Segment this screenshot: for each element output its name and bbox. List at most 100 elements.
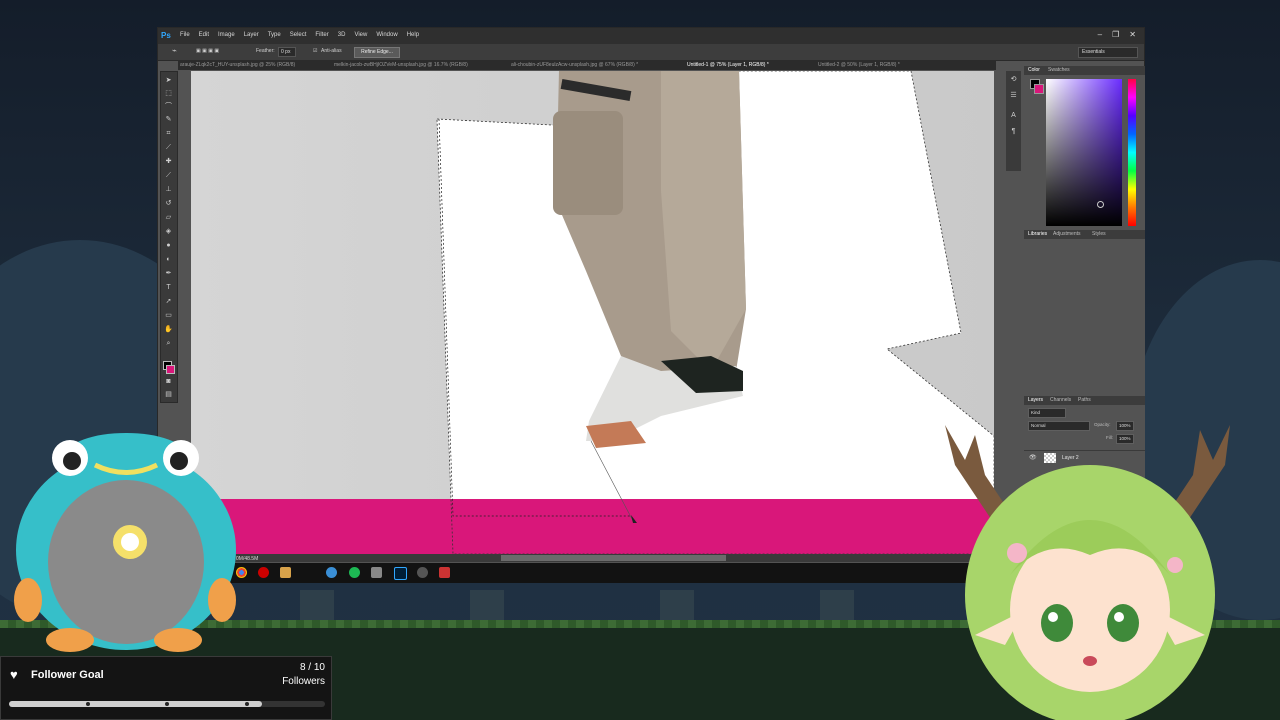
obs-icon[interactable] xyxy=(326,567,337,578)
ps-logo: Ps xyxy=(161,31,171,40)
goal-title: Follower Goal xyxy=(31,669,104,681)
menu-bar: File Edit Image Layer Type Select Filter… xyxy=(180,32,419,38)
refine-edge-button[interactable]: Refine Edge... xyxy=(354,47,400,58)
menu-window[interactable]: Window xyxy=(376,32,397,38)
color-panel-tabs: Color Swatches xyxy=(1024,66,1145,75)
explorer-icon[interactable] xyxy=(280,567,291,578)
quick-select-icon[interactable]: ✎ xyxy=(164,115,173,124)
hue-slider[interactable] xyxy=(1128,79,1136,226)
eyedropper-icon[interactable]: ⟋ xyxy=(164,143,173,152)
record-icon[interactable] xyxy=(258,567,269,578)
canvas-artwork xyxy=(191,71,994,554)
workspace-select[interactable]: Essentials xyxy=(1078,47,1138,58)
clone-stamp-icon[interactable]: ⊥ xyxy=(164,185,173,194)
healing-brush-icon[interactable]: ✚ xyxy=(164,157,173,166)
tab-libraries[interactable]: Libraries xyxy=(1028,231,1047,237)
menu-filter[interactable]: Filter xyxy=(315,32,328,38)
tab-document-5[interactable]: Untitled-2 @ 50% (Layer 1, RGB/8) * xyxy=(818,62,900,68)
blur-tool-icon[interactable]: ● xyxy=(164,241,173,250)
libraries-panel-tabs: Libraries Adjustments Styles xyxy=(1024,230,1145,239)
feather-input[interactable]: 0 px xyxy=(278,47,296,57)
goal-milestone xyxy=(165,702,169,706)
tab-color[interactable]: Color xyxy=(1028,67,1040,73)
tools-panel: ➤ ⬚ ⌒ ✎ ⌗ ⟋ ✚ ⟋ ⊥ ↺ ▱ ◈ ● ◐ ✒ T ➚ ▭ ✋ ⌕ … xyxy=(160,71,178,403)
anti-alias-label: Anti-alias xyxy=(321,48,342,54)
follower-goal-widget: ♥ Follower Goal 8 / 10 Followers xyxy=(0,656,332,720)
panel-icons-column: ⟲ ☰ A ¶ xyxy=(1006,71,1021,171)
cargo-pocket xyxy=(553,111,623,215)
character-panel-icon[interactable]: A xyxy=(1009,111,1018,120)
tab-document-2[interactable]: melkin-jacob-zwBHjIOZVeM-unsplash.jpg @ … xyxy=(334,62,468,68)
menu-select[interactable]: Select xyxy=(290,32,307,38)
layers-panel-tabs: Layers Channels Paths xyxy=(1024,396,1145,405)
shape-tool-icon[interactable]: ▭ xyxy=(164,311,173,320)
background-color-swatch[interactable] xyxy=(166,365,175,374)
horizontal-scrollbar[interactable] xyxy=(191,554,994,562)
goal-progress-bar xyxy=(9,701,325,707)
marquee-tool-icon[interactable]: ⬚ xyxy=(164,89,173,98)
history-brush-icon[interactable]: ↺ xyxy=(164,199,173,208)
tab-document-3[interactable]: ali-choubin-zUF8eulzAcw-unsplash.jpg @ 6… xyxy=(511,62,638,68)
menu-layer[interactable]: Layer xyxy=(244,32,259,38)
tab-document-active[interactable]: Untitled-1 @ 75% (Layer 1, RGB/8) * xyxy=(687,62,769,68)
document-tabs: arauje-ZLqk2cT_HUY-unsplash.jpg @ 25% (R… xyxy=(178,60,996,70)
paint-bucket-icon[interactable]: ◈ xyxy=(164,227,173,236)
lasso-tool-icon[interactable]: ⌒ xyxy=(164,102,173,111)
eraser-tool-icon[interactable]: ▱ xyxy=(164,213,173,222)
properties-panel-icon[interactable]: ☰ xyxy=(1009,91,1018,100)
anti-alias-checkbox[interactable]: ☑ xyxy=(313,48,317,54)
color-picker-field[interactable] xyxy=(1046,79,1122,226)
vtuber-avatar-art xyxy=(945,425,1230,720)
path-select-icon[interactable]: ➚ xyxy=(164,297,173,306)
taskbar xyxy=(230,563,980,583)
app-icon[interactable] xyxy=(371,567,382,578)
tab-layers[interactable]: Layers xyxy=(1028,397,1043,403)
quick-mask-icon[interactable]: ◙ xyxy=(164,377,173,386)
menu-help[interactable]: Help xyxy=(407,32,419,38)
heart-icon: ♥ xyxy=(10,667,18,682)
menu-3d[interactable]: 3D xyxy=(338,32,346,38)
close-button[interactable]: ✕ xyxy=(1129,30,1136,39)
history-panel-icon[interactable]: ⟲ xyxy=(1009,75,1018,84)
document-canvas[interactable] xyxy=(191,71,994,554)
window-controls: – ❐ ✕ xyxy=(1098,30,1136,39)
minimize-button[interactable]: – xyxy=(1098,30,1102,39)
goal-milestone xyxy=(245,702,249,706)
tab-styles[interactable]: Styles xyxy=(1092,231,1106,237)
tab-adjustments[interactable]: Adjustments xyxy=(1053,231,1081,237)
tab-channels[interactable]: Channels xyxy=(1050,397,1071,403)
move-tool-icon[interactable]: ➤ xyxy=(164,76,173,85)
pen-tool-icon[interactable]: ✒ xyxy=(164,269,173,278)
pink-fill-layer xyxy=(191,499,994,554)
screen-mode-icon[interactable]: ▤ xyxy=(164,390,173,399)
type-tool-icon[interactable]: T xyxy=(164,283,173,292)
app-icon[interactable] xyxy=(439,567,450,578)
plush-mascot xyxy=(0,430,252,655)
menu-image[interactable]: Image xyxy=(218,32,235,38)
menu-view[interactable]: View xyxy=(354,32,367,38)
brush-tool-icon[interactable]: ⟋ xyxy=(164,171,173,180)
spotify-icon[interactable] xyxy=(349,567,360,578)
selection-mode-icons[interactable]: ▣ ▣ ▣ ▣ xyxy=(196,48,219,54)
crop-tool-icon[interactable]: ⌗ xyxy=(164,129,173,138)
maximize-button[interactable]: ❐ xyxy=(1112,30,1119,39)
scrollbar-thumb[interactable] xyxy=(501,555,726,561)
hand-tool-icon[interactable]: ✋ xyxy=(164,325,173,334)
menu-type[interactable]: Type xyxy=(268,32,281,38)
color-panel-background[interactable] xyxy=(1034,84,1044,94)
tab-document-1[interactable]: arauje-ZLqk2cT_HUY-unsplash.jpg @ 25% (R… xyxy=(180,62,295,68)
vtuber-avatar xyxy=(935,405,1245,720)
app-icon[interactable] xyxy=(417,567,428,578)
tab-paths[interactable]: Paths xyxy=(1078,397,1091,403)
photoshop-taskbar-icon[interactable] xyxy=(394,567,407,580)
paragraph-panel-icon[interactable]: ¶ xyxy=(1009,127,1018,136)
tab-swatches[interactable]: Swatches xyxy=(1048,67,1070,73)
lasso-tool-icon[interactable]: ⌁ xyxy=(172,46,177,55)
menu-edit[interactable]: Edit xyxy=(199,32,209,38)
zoom-tool-icon[interactable]: ⌕ xyxy=(164,339,173,348)
color-picker-marker[interactable] xyxy=(1097,201,1104,208)
dodge-tool-icon[interactable]: ◐ xyxy=(164,255,173,264)
options-bar: ⌁ ▣ ▣ ▣ ▣ Feather: 0 px ☑ Anti-alias Ref… xyxy=(158,44,1144,61)
ps-titlebar: Ps File Edit Image Layer Type Select Fil… xyxy=(158,28,1144,44)
menu-file[interactable]: File xyxy=(180,32,190,38)
